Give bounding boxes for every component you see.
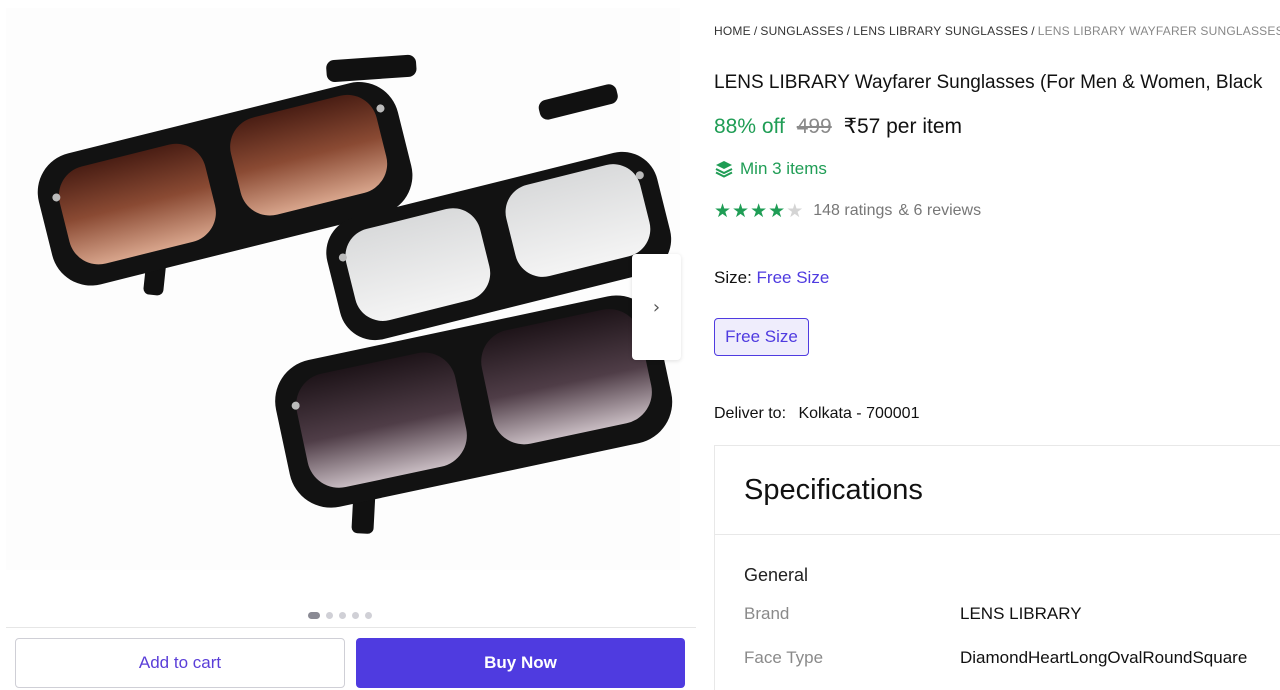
spec-key: Brand (744, 604, 790, 623)
buy-now-button[interactable]: Buy Now (356, 638, 685, 688)
layers-icon (715, 161, 733, 178)
action-bar: Add to cart Buy Now (6, 627, 696, 690)
product-gallery: › Add to cart Buy Now (0, 0, 700, 690)
divider (715, 534, 1280, 535)
product-title: LENS LIBRARY Wayfarer Sunglasses (For Me… (714, 72, 1263, 93)
size-label: Size: (714, 268, 752, 287)
selected-size: Free Size (756, 268, 830, 287)
add-to-cart-button[interactable]: Add to cart (15, 638, 345, 688)
discount-percent: 88% off (714, 115, 785, 138)
spec-row-brand: Brand LENS LIBRARY (744, 604, 1082, 624)
breadcrumb-separator: / (753, 24, 758, 38)
gallery-dot[interactable] (365, 612, 372, 619)
breadcrumb-separator: / (846, 24, 851, 38)
breadcrumb-sunglasses[interactable]: SUNGLASSES (760, 24, 843, 38)
specifications-card: Specifications General Brand LENS LIBRARY… (714, 445, 1280, 690)
rating-row: ★ ★ ★ ★ ★ 148 ratings & 6 reviews (714, 200, 981, 222)
next-image-button[interactable]: › (632, 254, 681, 360)
spec-value: DiamondHeartLongOvalRoundSquare (960, 648, 1248, 667)
spec-key: Face Type (744, 648, 824, 667)
price-row: 88% off 499 ₹57 per item (714, 114, 962, 139)
gallery-dot[interactable] (339, 612, 346, 619)
deliver-label: Deliver to: (714, 405, 787, 422)
original-price: 499 (796, 115, 832, 138)
selling-price: ₹57 per item (843, 115, 962, 138)
product-page: › Add to cart Buy Now HOME / SUNGLASSES / LE… (0, 0, 1280, 690)
min-items-badge: Min 3 items (714, 159, 827, 179)
product-details: HOME / SUNGLASSES / LENS LIBRARY SUNGLASSES /… (714, 0, 1280, 690)
star-filled-icon: ★ (750, 200, 768, 222)
spec-value: LENS LIBRARY (960, 604, 1082, 623)
product-image[interactable] (6, 8, 680, 570)
specifications-title: Specifications (744, 474, 923, 506)
spec-row-face-type: Face Type DiamondHeartLongOvalRoundSquare (744, 648, 1247, 668)
breadcrumb-current: LENS LIBRARY WAYFARER SUNGLASSES (F (1037, 24, 1280, 38)
breadcrumb: HOME / SUNGLASSES / LENS LIBRARY SUNGLASSES /… (714, 24, 1280, 38)
breadcrumb-separator: / (1031, 24, 1035, 38)
sunglasses-illustration (37, 54, 673, 534)
size-option-free-size[interactable]: Free Size (714, 318, 809, 356)
delivery-row: Deliver to: Kolkata - 700001 (714, 405, 919, 423)
star-filled-icon: ★ (714, 200, 732, 222)
gallery-dots (308, 612, 372, 619)
spec-group-title: General (744, 565, 809, 585)
ratings-count[interactable]: 148 ratings (813, 202, 892, 220)
star-filled-icon: ★ (768, 200, 786, 222)
star-filled-icon: ★ (732, 200, 750, 222)
reviews-count[interactable]: & 6 reviews (898, 202, 981, 220)
star-empty-icon: ★ (786, 200, 804, 222)
min-items-text: Min 3 items (740, 159, 827, 178)
star-rating: ★ ★ ★ ★ ★ (714, 200, 803, 222)
breadcrumb-home[interactable]: HOME (714, 24, 751, 38)
delivery-location[interactable]: Kolkata - 700001 (798, 405, 919, 422)
gallery-dot[interactable] (326, 612, 333, 619)
breadcrumb-brand[interactable]: LENS LIBRARY SUNGLASSES (853, 24, 1028, 38)
gallery-dot[interactable] (308, 612, 320, 619)
chevron-right-icon: › (652, 296, 661, 318)
size-row: Size: Free Size (714, 268, 829, 288)
gallery-dot[interactable] (352, 612, 359, 619)
